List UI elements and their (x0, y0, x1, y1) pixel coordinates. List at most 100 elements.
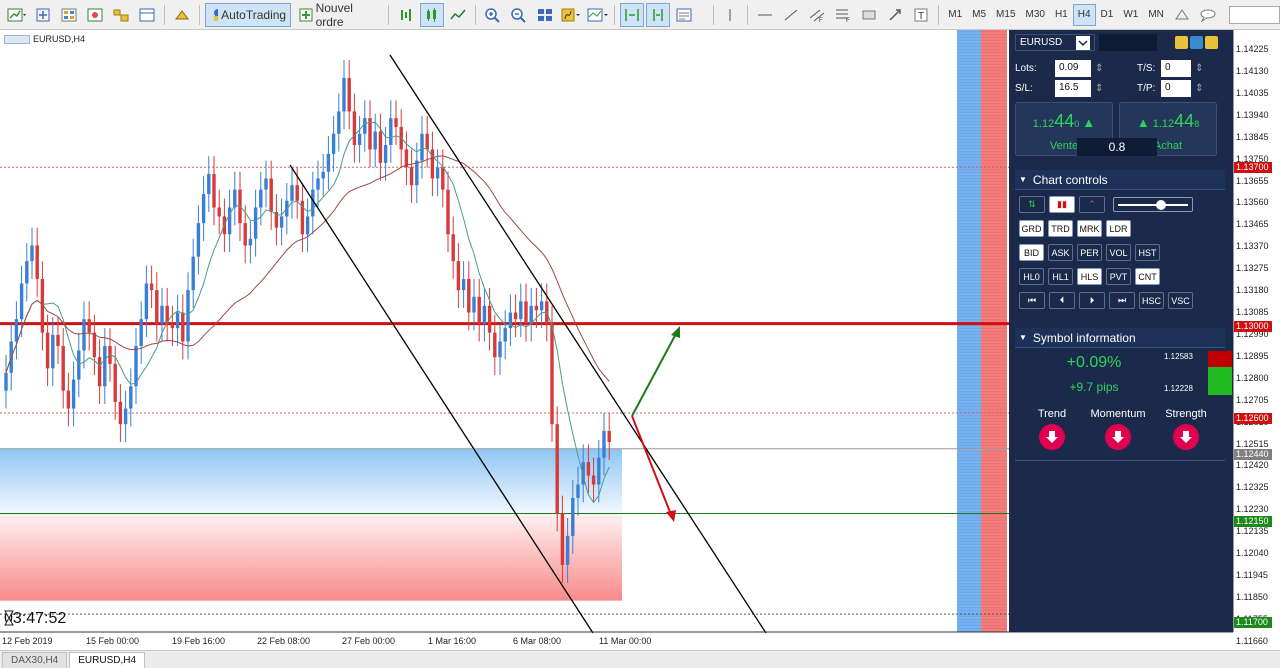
timeframe-w1[interactable]: W1 (1118, 4, 1143, 26)
data-window-icon[interactable] (83, 3, 107, 27)
candle-body (269, 178, 273, 212)
copy-icon[interactable] (1175, 36, 1188, 49)
symbol-info-header[interactable]: ▼ Symbol information (1015, 328, 1225, 348)
strength-indicator: Strength (1153, 408, 1219, 450)
cc-button-bid[interactable]: BID (1019, 244, 1044, 261)
candle-body (87, 319, 91, 333)
candle-body (420, 133, 424, 161)
line-chart-icon[interactable] (446, 3, 470, 27)
cc-button-per[interactable]: PER (1077, 244, 1102, 261)
candle-body (295, 185, 299, 201)
ts-input[interactable]: 0 (1161, 60, 1191, 77)
step-forward-icon: ⏵ (1089, 295, 1095, 305)
cc-button-hst[interactable]: HST (1135, 244, 1160, 261)
templates-icon[interactable] (585, 3, 609, 27)
candle-body (519, 301, 523, 320)
cc-button-trd[interactable]: TRD (1048, 220, 1073, 237)
chart-shift-icon[interactable] (619, 2, 644, 27)
cursor-line-icon[interactable] (718, 3, 742, 27)
chat-icon[interactable] (1196, 3, 1220, 27)
terminal-icon[interactable] (135, 3, 159, 27)
prev-bar-button[interactable]: ⏴ (1049, 292, 1075, 309)
symbol-search-field[interactable] (1099, 34, 1157, 51)
alert-icon[interactable] (1170, 3, 1194, 27)
timeframe-h1[interactable]: H1 (1050, 4, 1073, 26)
timeframe-m30[interactable]: M30 (1021, 4, 1050, 26)
candle-body (373, 131, 377, 150)
autotrading-button[interactable]: AutoTrading (204, 2, 292, 27)
zoom-slider[interactable] (1113, 197, 1193, 212)
navigator-icon[interactable] (109, 3, 133, 27)
strategy-tester-icon[interactable] (170, 3, 194, 27)
cc-button-hls[interactable]: HLS (1077, 268, 1102, 285)
candle-body (550, 323, 554, 425)
properties-icon[interactable] (672, 3, 696, 27)
timeframe-mn[interactable]: MN (1143, 4, 1169, 26)
arrow-icon[interactable] (883, 3, 907, 27)
cc-button-pvt[interactable]: PVT (1106, 268, 1131, 285)
tab-eurusd[interactable]: EURUSD,H4 (69, 652, 146, 668)
cc-button-mrk[interactable]: MRK (1077, 220, 1102, 237)
cc-button-vsc[interactable]: VSC (1168, 292, 1193, 309)
line-style-button[interactable]: ⌃ (1079, 196, 1105, 213)
tab-dax30[interactable]: DAX30,H4 (2, 652, 68, 668)
trendline-icon[interactable] (779, 3, 803, 27)
candlestick-icon[interactable] (419, 2, 444, 27)
search-input[interactable] (1228, 5, 1280, 24)
timeframe-d1[interactable]: D1 (1096, 4, 1119, 26)
hourglass-icon (4, 610, 14, 626)
rectangle-icon[interactable] (857, 3, 881, 27)
chart-controls-header[interactable]: ▼ Chart controls (1015, 170, 1225, 190)
lots-stepper-icon[interactable]: ⇕ (1095, 63, 1103, 74)
text-icon[interactable]: T (909, 3, 933, 27)
save-icon[interactable] (1205, 36, 1218, 49)
horizontal-line-icon[interactable] (753, 3, 777, 27)
timeframe-h4[interactable]: H4 (1072, 3, 1096, 26)
cc-button-vol[interactable]: VOL (1106, 244, 1131, 261)
zoom-in-icon[interactable] (481, 3, 505, 27)
cc-button-ask[interactable]: ASK (1048, 244, 1073, 261)
auto-scroll-icon[interactable] (645, 2, 670, 27)
candle-body (472, 296, 476, 313)
next-bar-button[interactable]: ⏵ (1079, 292, 1105, 309)
cc-button-ldr[interactable]: LDR (1106, 220, 1131, 237)
bar-style-button[interactable]: ⇅ (1019, 196, 1045, 213)
ts-stepper-icon[interactable]: ⇕ (1195, 63, 1203, 74)
candle-body (591, 475, 596, 485)
candle-body (513, 312, 518, 320)
last-bar-button[interactable]: ⏭ (1109, 292, 1135, 309)
candle-body (456, 261, 461, 291)
sl-input[interactable]: 16.5 (1055, 80, 1091, 97)
tp-input[interactable]: 0 (1161, 80, 1191, 97)
candle-body (170, 323, 175, 329)
bar-chart-icon[interactable] (394, 3, 418, 27)
zoom-out-icon[interactable] (507, 3, 531, 27)
candle-body (337, 111, 341, 134)
timeframe-m5[interactable]: M5 (967, 4, 991, 26)
candle-body (305, 216, 310, 235)
candle-style-button[interactable]: ▮▮ (1049, 196, 1075, 213)
candle-body (352, 111, 357, 145)
lots-input[interactable]: 0.09 (1055, 60, 1091, 77)
profiles-icon[interactable] (31, 3, 55, 27)
cc-button-cnt[interactable]: CNT (1135, 268, 1160, 285)
cc-button-grd[interactable]: GRD (1019, 220, 1044, 237)
sl-stepper-icon[interactable]: ⇕ (1095, 83, 1103, 94)
first-bar-button[interactable]: ⏮ (1019, 292, 1045, 309)
settings-icon[interactable] (1190, 36, 1203, 49)
cc-button-hl0[interactable]: HL0 (1019, 268, 1044, 285)
new-chart-icon[interactable] (5, 3, 29, 27)
symbol-select[interactable]: EURUSD (1015, 34, 1095, 51)
timeframe-m15[interactable]: M15 (991, 4, 1020, 26)
channel-icon[interactable]: F (805, 3, 829, 27)
tp-stepper-icon[interactable]: ⇕ (1195, 83, 1203, 94)
zoom-slider-thumb[interactable] (1156, 200, 1166, 210)
timeframe-m1[interactable]: M1 (943, 4, 967, 26)
fibonacci-icon[interactable]: F (831, 3, 855, 27)
new-order-button[interactable]: Nouvel ordre (293, 1, 383, 29)
tile-windows-icon[interactable] (533, 3, 557, 27)
cc-button-hsc[interactable]: HSC (1139, 292, 1164, 309)
cc-button-hl1[interactable]: HL1 (1048, 268, 1073, 285)
market-watch-icon[interactable] (57, 3, 81, 27)
indicators-icon[interactable] (559, 3, 583, 27)
